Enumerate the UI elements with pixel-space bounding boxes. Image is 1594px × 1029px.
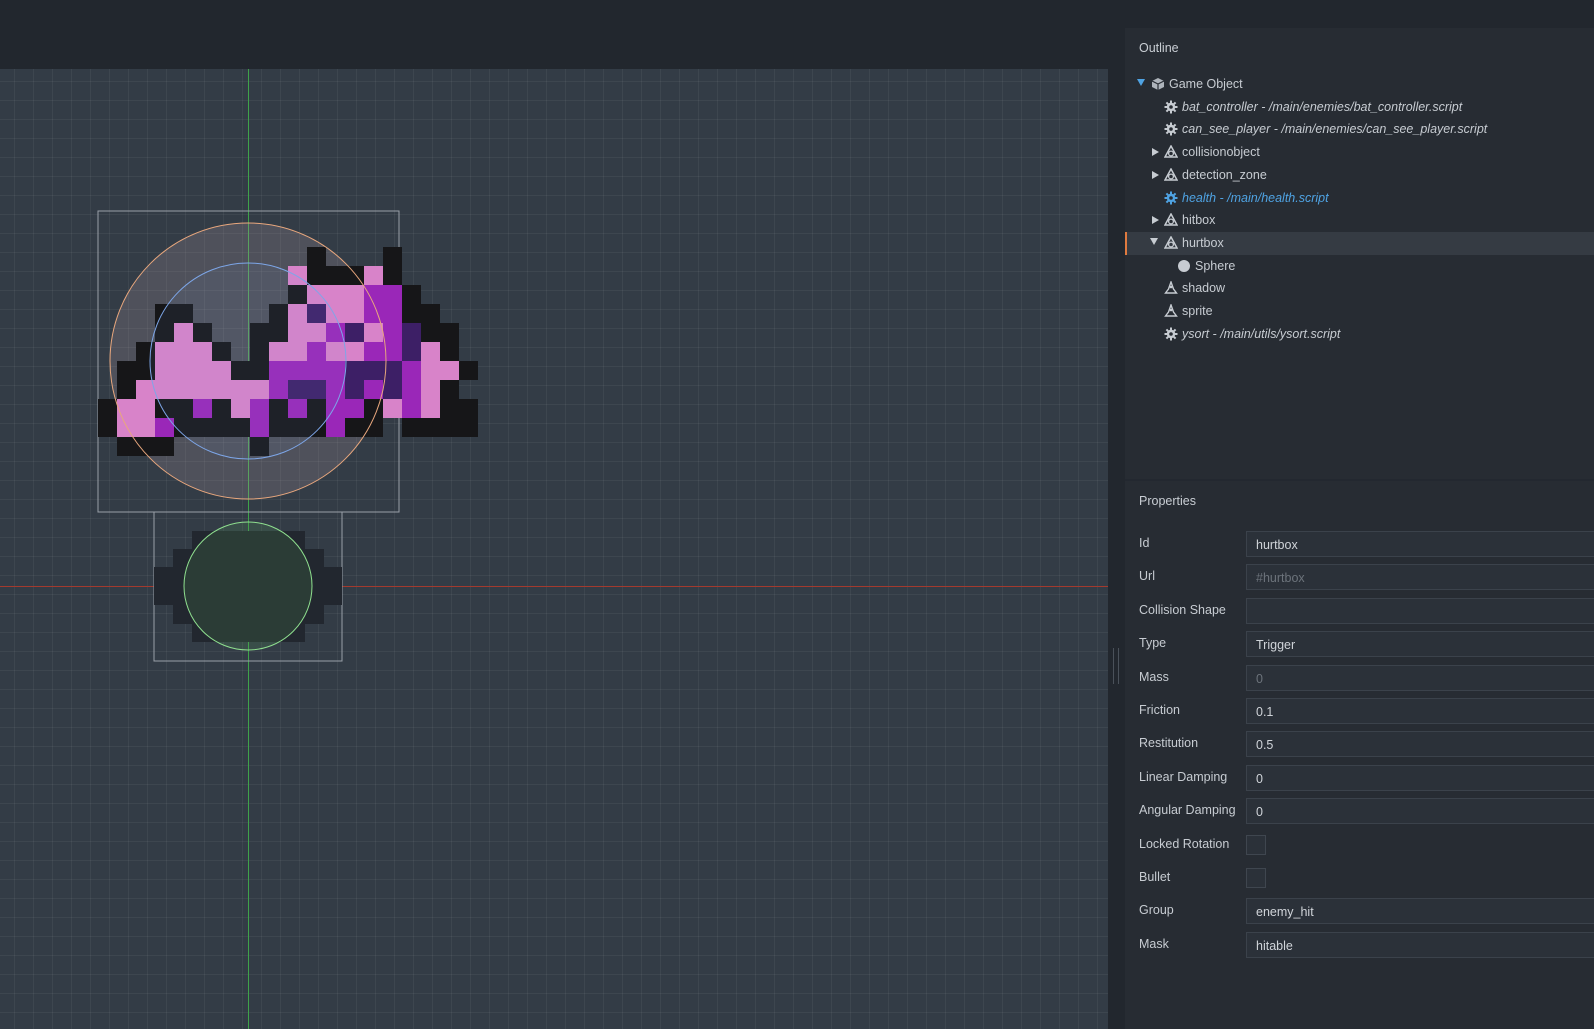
collision-object-icon — [1163, 144, 1179, 159]
collision-shape-field[interactable] — [1246, 597, 1594, 624]
gear-icon — [1164, 122, 1178, 136]
gear-icon — [1164, 100, 1178, 114]
restitution-field[interactable]: 0.5 — [1246, 731, 1594, 758]
restitution-label: Restitution — [1139, 736, 1199, 751]
properties-panel: Properties Id hurtbox Url #hurtbox Collision… — [1125, 481, 1594, 1029]
group-field[interactable]: enemy_hit — [1246, 898, 1594, 925]
properties-title: Properties — [1139, 494, 1196, 508]
friction-label: Friction — [1139, 703, 1180, 717]
collision-object-icon — [1163, 235, 1179, 250]
sprite-icon — [1164, 302, 1178, 318]
outline-item-label: detection_zone — [1182, 167, 1267, 182]
gear-icon — [1164, 191, 1178, 205]
panel-splitter[interactable] — [1108, 28, 1125, 1029]
locked-rotation-label: Locked Rotation — [1139, 836, 1230, 851]
collision-shape-label: Collision Shape — [1139, 602, 1226, 617]
locked-rotation-checkbox[interactable] — [1246, 834, 1266, 855]
outline-item-can_see_player[interactable]: can_see_player - /main/enemies/can_see_p… — [1125, 118, 1594, 141]
outline-panel: Outline Game Object bat_controller - /mai… — [1125, 28, 1594, 479]
outline-item-sprite[interactable]: sprite — [1125, 300, 1594, 323]
outline-item-label: shadow — [1182, 281, 1226, 296]
outline-item-label: Sphere — [1195, 258, 1236, 273]
angular-damping-field[interactable]: 0 — [1246, 798, 1594, 825]
outline-item-label: ysort - /main/utils/ysort.script — [1182, 326, 1341, 341]
expand-arrow-icon[interactable] — [1152, 148, 1159, 157]
outline-item-bat_controller[interactable]: bat_controller - /main/enemies/bat_contr… — [1125, 96, 1594, 119]
scene-viewport[interactable] — [0, 69, 1108, 1029]
outline-item-label: Game Object — [1169, 77, 1243, 91]
url-label: Url — [1139, 569, 1155, 584]
id-field[interactable]: hurtbox — [1246, 531, 1594, 557]
group-label: Group — [1139, 903, 1174, 918]
outline-item-label: bat_controller - /main/enemies/bat_contr… — [1182, 99, 1463, 114]
collapse-arrow-icon[interactable] — [1150, 237, 1158, 245]
outline-item-shadow[interactable]: shadow — [1125, 277, 1594, 300]
gear-icon — [1164, 327, 1178, 341]
mask-label: Mask — [1139, 936, 1169, 951]
outline-item-label: health - /main/health.script — [1182, 190, 1329, 205]
outline-item-label: sprite — [1182, 304, 1213, 318]
bullet-checkbox[interactable] — [1246, 868, 1266, 888]
circle-icon — [1177, 259, 1191, 273]
type-label: Type — [1139, 636, 1167, 651]
collisionobject-circle — [183, 521, 313, 651]
expand-arrow-icon[interactable] — [1152, 216, 1159, 225]
friction-field[interactable]: 0.1 — [1246, 698, 1594, 724]
outline-item-detection_zone[interactable]: detection_zone — [1125, 164, 1594, 187]
outline-item-collisionobject[interactable]: collisionobject — [1125, 141, 1594, 164]
outline-item-sphere[interactable]: Sphere — [1125, 255, 1594, 278]
linear-damping-label: Linear Damping — [1139, 769, 1228, 784]
outline-item-label: collisionobject — [1182, 145, 1260, 160]
hurtbox-circle — [149, 262, 347, 460]
outline-item-label: hurtbox — [1182, 235, 1224, 250]
url-field: #hurtbox — [1246, 564, 1594, 591]
linear-damping-field[interactable]: 0 — [1246, 764, 1594, 791]
splitter-grip[interactable] — [1113, 648, 1119, 684]
mass-label: Mass — [1139, 669, 1169, 684]
outline-title: Outline — [1139, 41, 1179, 55]
angular-damping-label: Angular Damping — [1139, 803, 1236, 818]
bullet-label: Bullet — [1139, 870, 1171, 884]
expand-arrow-icon[interactable] — [1152, 170, 1159, 179]
outline-item-hitbox[interactable]: hitbox — [1125, 209, 1594, 232]
type-field[interactable]: Trigger — [1246, 631, 1594, 658]
outline-item-game[interactable]: Game Object — [1125, 73, 1594, 96]
scene-canvas — [0, 69, 1108, 1029]
id-label: Id — [1139, 536, 1150, 550]
outline-item-label: can_see_player - /main/enemies/can_see_p… — [1182, 122, 1488, 137]
sprite-icon — [1164, 280, 1178, 295]
collision-object-icon — [1163, 212, 1179, 227]
mass-field: 0 — [1246, 664, 1594, 691]
mask-field[interactable]: hitable — [1246, 931, 1594, 958]
collision-object-icon — [1163, 167, 1179, 182]
cube-icon — [1151, 77, 1165, 91]
outline-item-label: hitbox — [1182, 213, 1216, 228]
outline-item-ysort[interactable]: ysort - /main/utils/ysort.script — [1125, 323, 1594, 346]
outline-item-health[interactable]: health - /main/health.script — [1125, 187, 1594, 210]
outline-item-hurtbox[interactable]: hurtbox — [1125, 231, 1594, 255]
collapse-arrow-icon[interactable] — [1137, 79, 1145, 86]
